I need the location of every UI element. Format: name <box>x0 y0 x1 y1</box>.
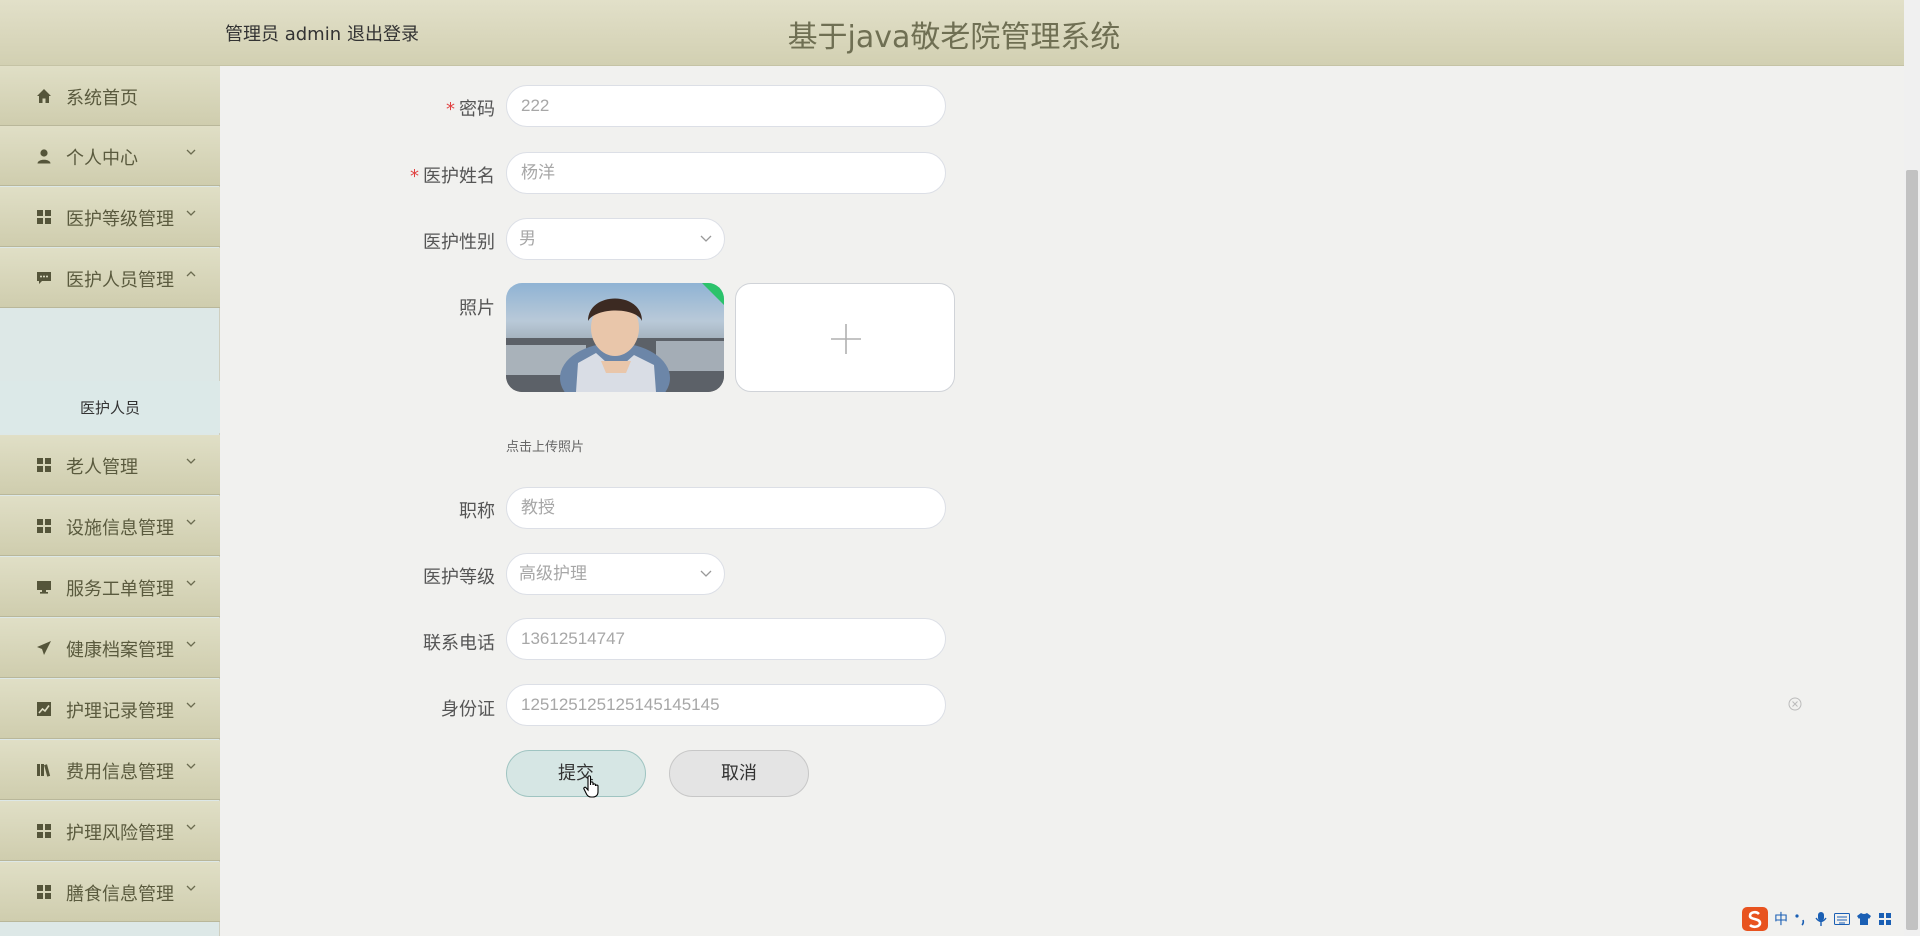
name-label-text: 医护姓名 <box>423 166 495 187</box>
grid-icon <box>36 209 52 225</box>
required-mark: * <box>446 99 455 120</box>
password-label: * 密码 <box>375 95 495 121</box>
sidebar-item-fee[interactable]: 费用信息管理 <box>0 740 220 800</box>
sidebar-item-workorder[interactable]: 服务工单管理 <box>0 557 220 617</box>
photo-upload-box[interactable] <box>735 283 955 392</box>
sidebar-item-label: 个人中心 <box>66 148 138 169</box>
chevron-down-icon <box>186 702 196 708</box>
chevron-down-icon <box>186 824 196 830</box>
sidebar-item-home[interactable]: 系统首页 <box>0 66 220 126</box>
chevron-down-icon <box>700 235 712 242</box>
chevron-down-icon <box>186 885 196 891</box>
name-input[interactable]: 杨洋 <box>506 152 946 194</box>
cancel-button[interactable]: 取消 <box>669 750 809 797</box>
chat-icon <box>36 270 52 286</box>
book-icon <box>36 762 52 778</box>
sidebar: 系统首页 个人中心 医护等级管理 医护人员管理 医护人员 老人管理 设施信息管理… <box>0 66 220 936</box>
sidebar-item-label: 护理记录管理 <box>66 701 174 722</box>
upload-tip: 点击上传照片 <box>506 440 585 455</box>
photo-thumbnail[interactable] <box>506 283 724 392</box>
name-label: * 医护姓名 <box>375 162 495 188</box>
system-title: 基于java敬老院管理系统 <box>0 12 1904 56</box>
title-label: 职称 <box>459 501 495 522</box>
gender-label: 医护性别 <box>423 232 495 253</box>
phone-input[interactable]: 13612514747 <box>506 618 946 660</box>
scrollbar-thumb[interactable] <box>1906 170 1918 930</box>
required-mark: * <box>410 166 419 187</box>
sidebar-item-label: 护理风险管理 <box>66 823 174 844</box>
sidebar-item-staff[interactable]: 医护人员管理 <box>0 248 220 308</box>
sidebar-item-label: 医护等级管理 <box>66 209 174 230</box>
chevron-down-icon <box>186 149 196 155</box>
top-header: 管理员 admin 退出登录 基于java敬老院管理系统 <box>0 0 1904 66</box>
idcard-input[interactable]: 125125125125145145145 <box>506 684 946 726</box>
chevron-down-icon <box>186 210 196 216</box>
microphone-icon <box>1815 912 1827 926</box>
chevron-down-icon <box>186 763 196 769</box>
skin-icon <box>1857 913 1871 925</box>
sidebar-subitem-staff[interactable]: 医护人员 <box>0 381 220 433</box>
sidebar-item-elderly[interactable]: 老人管理 <box>0 435 220 495</box>
chevron-down-icon <box>186 580 196 586</box>
grid-icon <box>36 457 52 473</box>
user-icon <box>36 148 52 164</box>
sogou-logo-icon <box>1742 907 1768 931</box>
ime-toolbar[interactable]: 中 <box>1742 906 1912 932</box>
phone-label: 联系电话 <box>423 633 495 654</box>
chart-icon <box>36 701 52 717</box>
submit-button[interactable]: 提交 <box>506 750 646 797</box>
gender-select-value: 男 <box>519 229 536 248</box>
chevron-up-icon <box>186 271 196 277</box>
keyboard-icon <box>1834 913 1850 925</box>
hand-cursor-icon <box>583 775 599 798</box>
sidebar-item-care-level[interactable]: 医护等级管理 <box>0 187 220 247</box>
grid-icon <box>36 884 52 900</box>
monitor-icon <box>36 579 52 595</box>
photo-label: 照片 <box>459 298 495 319</box>
plus-icon <box>831 324 861 354</box>
level-select-value: 高级护理 <box>519 564 587 583</box>
grid-icon <box>36 823 52 839</box>
sidebar-item-label: 医护人员管理 <box>66 270 174 291</box>
chevron-down-icon <box>700 570 712 577</box>
password-input[interactable]: 222 <box>506 85 946 127</box>
paper-plane-icon <box>36 640 52 656</box>
ime-lang: 中 <box>1774 912 1788 928</box>
close-circle-icon[interactable] <box>1788 697 1802 711</box>
punctuation-icon <box>1795 914 1805 926</box>
sidebar-item-facility[interactable]: 设施信息管理 <box>0 496 220 556</box>
grid-icon <box>36 518 52 534</box>
chevron-down-icon <box>186 519 196 525</box>
sidebar-item-label: 老人管理 <box>66 457 138 478</box>
apps-grid-icon <box>1879 913 1891 925</box>
chevron-down-icon <box>186 641 196 647</box>
level-label: 医护等级 <box>423 567 495 588</box>
password-label-text: 密码 <box>459 99 495 120</box>
system-title-text: 基于java敬老院管理系统 <box>787 20 1121 55</box>
level-select[interactable]: 高级护理 <box>506 553 725 595</box>
sidebar-item-label: 设施信息管理 <box>66 518 174 539</box>
home-icon <box>36 88 52 104</box>
sidebar-item-label: 服务工单管理 <box>66 579 174 600</box>
sidebar-subitem-label: 医护人员 <box>80 399 141 417</box>
sidebar-item-risk[interactable]: 护理风险管理 <box>0 801 220 861</box>
sidebar-item-label: 膳食信息管理 <box>66 884 174 905</box>
sidebar-item-label: 费用信息管理 <box>66 762 174 783</box>
chevron-down-icon <box>186 458 196 464</box>
sidebar-item-nursing-record[interactable]: 护理记录管理 <box>0 679 220 739</box>
portrait-photo-icon <box>506 283 724 392</box>
sidebar-item-health[interactable]: 健康档案管理 <box>0 618 220 678</box>
idcard-label: 身份证 <box>441 699 495 720</box>
sidebar-item-label: 系统首页 <box>66 88 138 109</box>
sidebar-item-meal[interactable]: 膳食信息管理 <box>0 862 220 922</box>
title-input[interactable]: 教授 <box>506 487 946 529</box>
gender-select[interactable]: 男 <box>506 218 725 260</box>
sidebar-item-label: 健康档案管理 <box>66 640 174 661</box>
sidebar-item-personal[interactable]: 个人中心 <box>0 126 220 186</box>
